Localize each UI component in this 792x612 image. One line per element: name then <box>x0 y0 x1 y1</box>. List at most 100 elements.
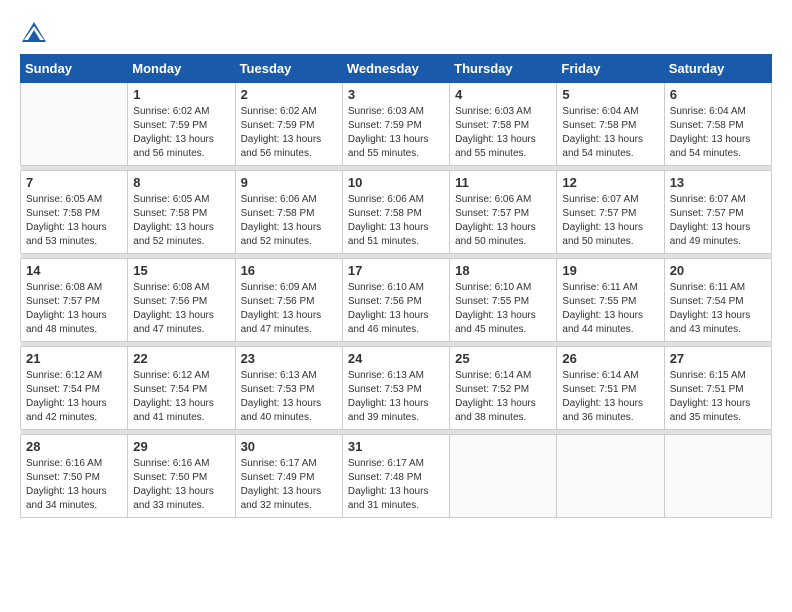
day-info: Sunrise: 6:06 AMSunset: 7:58 PMDaylight:… <box>241 193 337 249</box>
day-info: Sunrise: 6:04 AMSunset: 7:58 PMDaylight:… <box>562 105 658 161</box>
calendar-cell: 20 Sunrise: 6:11 AMSunset: 7:54 PMDayligh… <box>664 259 771 342</box>
day-number: 17 <box>348 263 444 278</box>
week-row-1: 1 Sunrise: 6:02 AMSunset: 7:59 PMDaylight… <box>21 83 772 166</box>
calendar-cell: 12Sunrise: 6:07 AMSunset: 7:57 PMDayligh… <box>557 171 664 254</box>
calendar-cell: 6Sunrise: 6:04 AMSunset: 7:58 PMDaylight… <box>664 83 771 166</box>
day-number: 12 <box>562 175 658 190</box>
day-number: 25 <box>455 351 551 366</box>
day-info: Sunrise: 6:14 AMSunset: 7:51 PMDaylight:… <box>562 369 658 425</box>
week-row-3: 14 Sunrise: 6:08 AMSunset: 7:57 PMDayligh… <box>21 259 772 342</box>
calendar-cell: 30 Sunrise: 6:17 AMSunset: 7:49 PMDayligh… <box>235 435 342 518</box>
calendar-cell: 7 Sunrise: 6:05 AMSunset: 7:58 PMDaylight… <box>21 171 128 254</box>
calendar-cell: 10 Sunrise: 6:06 AMSunset: 7:58 PMDayligh… <box>342 171 449 254</box>
day-info: Sunrise: 6:11 AMSunset: 7:54 PMDaylight:… <box>670 281 766 337</box>
day-info: Sunrise: 6:02 AMSunset: 7:59 PMDaylight:… <box>241 105 337 161</box>
header-monday: Monday <box>128 55 235 83</box>
logo <box>20 20 52 44</box>
day-number: 18 <box>455 263 551 278</box>
day-number: 22 <box>133 351 229 366</box>
calendar-cell: 28 Sunrise: 6:16 AMSunset: 7:50 PMDayligh… <box>21 435 128 518</box>
day-number: 21 <box>26 351 122 366</box>
day-number: 9 <box>241 175 337 190</box>
calendar-cell: 9 Sunrise: 6:06 AMSunset: 7:58 PMDaylight… <box>235 171 342 254</box>
day-number: 4 <box>455 87 551 102</box>
day-number: 20 <box>670 263 766 278</box>
day-info: Sunrise: 6:09 AMSunset: 7:56 PMDaylight:… <box>241 281 337 337</box>
day-info: Sunrise: 6:08 AMSunset: 7:57 PMDaylight:… <box>26 281 122 337</box>
calendar-cell: 19 Sunrise: 6:11 AMSunset: 7:55 PMDayligh… <box>557 259 664 342</box>
calendar-cell: 24 Sunrise: 6:13 AMSunset: 7:53 PMDayligh… <box>342 347 449 430</box>
calendar-header-row: SundayMondayTuesdayWednesdayThursdayFrid… <box>21 55 772 83</box>
calendar-cell: 5 Sunrise: 6:04 AMSunset: 7:58 PMDaylight… <box>557 83 664 166</box>
day-info: Sunrise: 6:17 AMSunset: 7:48 PMDaylight:… <box>348 457 444 513</box>
day-number: 31 <box>348 439 444 454</box>
calendar-table: SundayMondayTuesdayWednesdayThursdayFrid… <box>20 54 772 518</box>
calendar-cell: 2 Sunrise: 6:02 AMSunset: 7:59 PMDaylight… <box>235 83 342 166</box>
day-info: Sunrise: 6:13 AMSunset: 7:53 PMDaylight:… <box>241 369 337 425</box>
calendar-cell: 16 Sunrise: 6:09 AMSunset: 7:56 PMDayligh… <box>235 259 342 342</box>
day-info: Sunrise: 6:07 AMSunset: 7:57 PMDaylight:… <box>670 193 766 249</box>
calendar-cell <box>21 83 128 166</box>
day-number: 28 <box>26 439 122 454</box>
calendar-cell: 31 Sunrise: 6:17 AMSunset: 7:48 PMDayligh… <box>342 435 449 518</box>
calendar-cell: 1 Sunrise: 6:02 AMSunset: 7:59 PMDaylight… <box>128 83 235 166</box>
day-number: 5 <box>562 87 658 102</box>
calendar-cell: 26 Sunrise: 6:14 AMSunset: 7:51 PMDayligh… <box>557 347 664 430</box>
day-number: 11 <box>455 175 551 190</box>
day-info: Sunrise: 6:10 AMSunset: 7:55 PMDaylight:… <box>455 281 551 337</box>
day-info: Sunrise: 6:10 AMSunset: 7:56 PMDaylight:… <box>348 281 444 337</box>
day-info: Sunrise: 6:15 AMSunset: 7:51 PMDaylight:… <box>670 369 766 425</box>
header-thursday: Thursday <box>450 55 557 83</box>
calendar-cell: 29Sunrise: 6:16 AMSunset: 7:50 PMDayligh… <box>128 435 235 518</box>
calendar-cell: 8Sunrise: 6:05 AMSunset: 7:58 PMDaylight… <box>128 171 235 254</box>
day-number: 14 <box>26 263 122 278</box>
header-saturday: Saturday <box>664 55 771 83</box>
calendar-cell: 4 Sunrise: 6:03 AMSunset: 7:58 PMDaylight… <box>450 83 557 166</box>
day-number: 15 <box>133 263 229 278</box>
day-info: Sunrise: 6:12 AMSunset: 7:54 PMDaylight:… <box>26 369 122 425</box>
header-wednesday: Wednesday <box>342 55 449 83</box>
day-number: 2 <box>241 87 337 102</box>
day-info: Sunrise: 6:13 AMSunset: 7:53 PMDaylight:… <box>348 369 444 425</box>
day-info: Sunrise: 6:14 AMSunset: 7:52 PMDaylight:… <box>455 369 551 425</box>
logo-icon <box>20 20 48 44</box>
day-number: 10 <box>348 175 444 190</box>
day-info: Sunrise: 6:06 AMSunset: 7:57 PMDaylight:… <box>455 193 551 249</box>
day-info: Sunrise: 6:04 AMSunset: 7:58 PMDaylight:… <box>670 105 766 161</box>
day-info: Sunrise: 6:16 AMSunset: 7:50 PMDaylight:… <box>133 457 229 513</box>
day-info: Sunrise: 6:12 AMSunset: 7:54 PMDaylight:… <box>133 369 229 425</box>
week-row-2: 7 Sunrise: 6:05 AMSunset: 7:58 PMDaylight… <box>21 171 772 254</box>
day-number: 7 <box>26 175 122 190</box>
day-number: 16 <box>241 263 337 278</box>
calendar-cell: 22 Sunrise: 6:12 AMSunset: 7:54 PMDayligh… <box>128 347 235 430</box>
day-info: Sunrise: 6:11 AMSunset: 7:55 PMDaylight:… <box>562 281 658 337</box>
day-info: Sunrise: 6:02 AMSunset: 7:59 PMDaylight:… <box>133 105 229 161</box>
day-info: Sunrise: 6:17 AMSunset: 7:49 PMDaylight:… <box>241 457 337 513</box>
day-info: Sunrise: 6:08 AMSunset: 7:56 PMDaylight:… <box>133 281 229 337</box>
week-row-5: 28 Sunrise: 6:16 AMSunset: 7:50 PMDayligh… <box>21 435 772 518</box>
day-info: Sunrise: 6:05 AMSunset: 7:58 PMDaylight:… <box>133 193 229 249</box>
calendar-cell: 17 Sunrise: 6:10 AMSunset: 7:56 PMDayligh… <box>342 259 449 342</box>
day-number: 3 <box>348 87 444 102</box>
day-info: Sunrise: 6:03 AMSunset: 7:59 PMDaylight:… <box>348 105 444 161</box>
day-number: 30 <box>241 439 337 454</box>
calendar-cell: 25 Sunrise: 6:14 AMSunset: 7:52 PMDayligh… <box>450 347 557 430</box>
day-number: 27 <box>670 351 766 366</box>
day-info: Sunrise: 6:03 AMSunset: 7:58 PMDaylight:… <box>455 105 551 161</box>
calendar-cell: 18 Sunrise: 6:10 AMSunset: 7:55 PMDayligh… <box>450 259 557 342</box>
day-number: 19 <box>562 263 658 278</box>
day-info: Sunrise: 6:05 AMSunset: 7:58 PMDaylight:… <box>26 193 122 249</box>
day-info: Sunrise: 6:06 AMSunset: 7:58 PMDaylight:… <box>348 193 444 249</box>
calendar-cell: 21 Sunrise: 6:12 AMSunset: 7:54 PMDayligh… <box>21 347 128 430</box>
calendar-cell: 13 Sunrise: 6:07 AMSunset: 7:57 PMDayligh… <box>664 171 771 254</box>
calendar-cell <box>450 435 557 518</box>
day-number: 26 <box>562 351 658 366</box>
day-number: 24 <box>348 351 444 366</box>
header-tuesday: Tuesday <box>235 55 342 83</box>
day-number: 13 <box>670 175 766 190</box>
header-friday: Friday <box>557 55 664 83</box>
day-info: Sunrise: 6:16 AMSunset: 7:50 PMDaylight:… <box>26 457 122 513</box>
calendar-cell: 3 Sunrise: 6:03 AMSunset: 7:59 PMDaylight… <box>342 83 449 166</box>
calendar-cell: 11 Sunrise: 6:06 AMSunset: 7:57 PMDayligh… <box>450 171 557 254</box>
day-number: 1 <box>133 87 229 102</box>
